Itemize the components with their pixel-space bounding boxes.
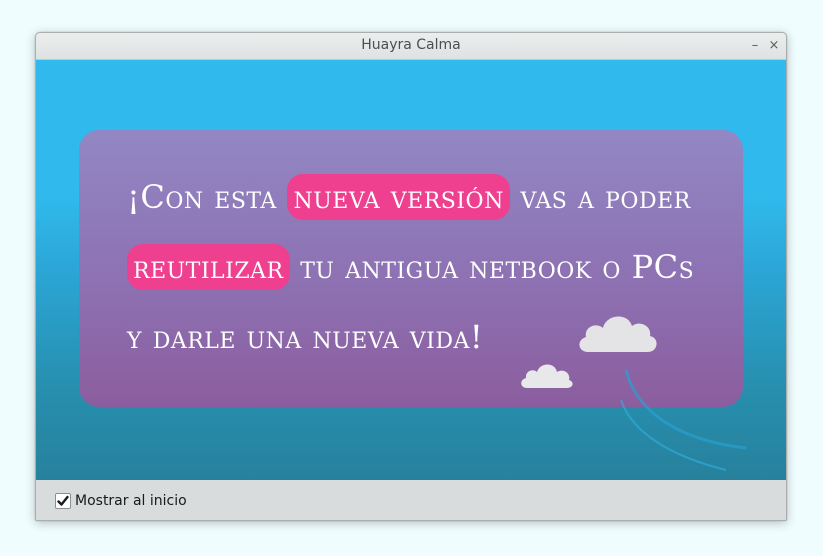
show-at-startup-checkbox[interactable] <box>55 493 71 509</box>
show-at-startup-label[interactable]: Mostrar al inicio <box>75 493 187 509</box>
title-bar[interactable]: Huayra Calma – × <box>36 33 786 60</box>
highlight-new-version: nueva versión <box>287 174 510 220</box>
highlight-reuse: reutilizar <box>127 244 290 290</box>
swoosh-decoration <box>620 369 747 471</box>
large-cloud-icon <box>579 316 657 352</box>
message-text: ¡Con esta <box>127 178 277 216</box>
small-cloud-icon <box>521 364 573 388</box>
close-button[interactable]: × <box>767 38 781 54</box>
message-text: tu antigua netbook o PCs <box>300 248 695 286</box>
message-text: vas a poder <box>520 178 691 216</box>
app-window: Huayra Calma – × ¡Con esta nueva versión… <box>35 32 787 521</box>
message-line-2: reutilizar tu antigua netbook o PCs <box>127 232 727 302</box>
window-title: Huayra Calma <box>361 37 461 53</box>
minimize-button[interactable]: – <box>748 38 762 54</box>
checkmark-icon <box>57 495 69 506</box>
message-line-1: ¡Con esta nueva versión vas a poder <box>127 162 727 232</box>
welcome-banner: ¡Con esta nueva versión vas a poder reut… <box>36 60 786 480</box>
footer-bar: Mostrar al inicio <box>36 480 786 520</box>
